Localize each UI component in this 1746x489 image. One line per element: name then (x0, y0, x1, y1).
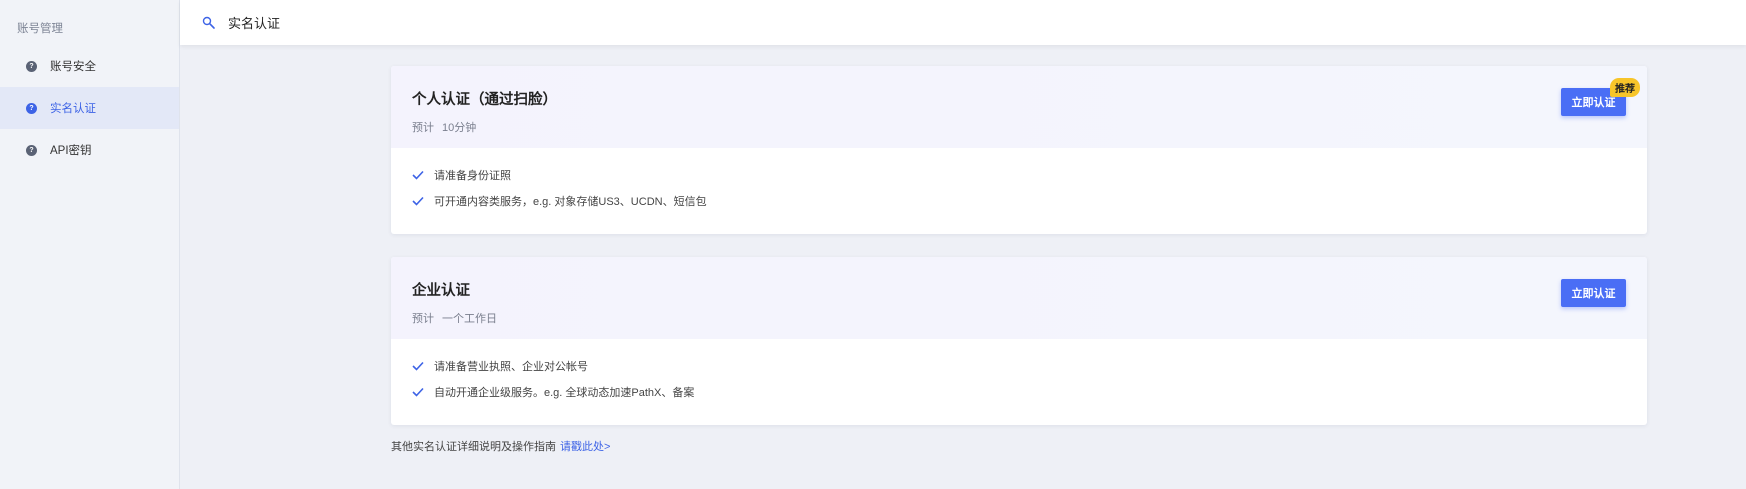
info-icon: ? (26, 102, 37, 114)
sidebar-item-label: API密钥 (50, 145, 92, 157)
feature-item: 请准备营业执照、企业对公帐号 (412, 353, 1626, 379)
feature-item: 请准备身份证照 (412, 162, 1626, 188)
footer-note: 其他实名认证详细说明及操作指南 请戳此处> (391, 438, 610, 454)
info-icon: ? (26, 144, 37, 156)
check-icon (412, 361, 424, 371)
eta-value: 10分钟 (442, 122, 477, 134)
sidebar-item-api-keys[interactable]: ? API密钥 (0, 129, 179, 171)
sidebar-item-account-security[interactable]: ? 账号安全 (0, 45, 179, 87)
card-features: 请准备身份证照 可开通内容类服务，e.g. 对象存储US3、UCDN、短信包 (391, 148, 1647, 234)
card-eta: 预计 一个工作日 (412, 310, 497, 326)
header-bar: 实名认证 (180, 0, 1746, 45)
search-icon (202, 16, 215, 29)
sidebar-item-label: 账号安全 (50, 61, 96, 73)
feature-item: 可开通内容类服务，e.g. 对象存储US3、UCDN、短信包 (412, 188, 1626, 214)
card-title: 个人认证（通过扫脸） (412, 92, 557, 108)
recommended-badge: 推荐 (1610, 78, 1640, 97)
guide-link[interactable]: 请戳此处> (560, 441, 610, 453)
enterprise-auth-button[interactable]: 立即认证 (1561, 279, 1626, 307)
feature-item: 自动开通企业级服务。e.g. 全球动态加速PathX、备案 (412, 379, 1626, 405)
sidebar: 账号管理 ? 账号安全 ? 实名认证 ? API密钥 (0, 0, 180, 489)
check-icon (412, 387, 424, 397)
personal-auth-card: 个人认证（通过扫脸） 预计 10分钟 立即认证 推荐 请准备身份证照 可开通内容类… (391, 66, 1647, 234)
sidebar-item-real-name-auth[interactable]: ? 实名认证 (0, 87, 179, 129)
card-header: 个人认证（通过扫脸） 预计 10分钟 立即认证 推荐 (391, 66, 1647, 148)
card-features: 请准备营业执照、企业对公帐号 自动开通企业级服务。e.g. 全球动态加速Path… (391, 339, 1647, 425)
card-title: 企业认证 (412, 283, 470, 299)
card-header: 企业认证 预计 一个工作日 立即认证 (391, 257, 1647, 339)
info-icon: ? (26, 60, 37, 72)
feature-text: 自动开通企业级服务。e.g. 全球动态加速PathX、备案 (434, 387, 695, 399)
page-title: 实名认证 (228, 16, 281, 31)
footer-text: 其他实名认证详细说明及操作指南 (391, 441, 556, 453)
eta-label: 预计 (412, 313, 434, 325)
feature-text: 请准备身份证照 (434, 170, 511, 182)
enterprise-auth-card: 企业认证 预计 一个工作日 立即认证 请准备营业执照、企业对公帐号 自动开通企业级… (391, 257, 1647, 425)
sidebar-item-label: 实名认证 (50, 103, 96, 115)
eta-value: 一个工作日 (442, 313, 497, 325)
eta-label: 预计 (412, 122, 434, 134)
check-icon (412, 170, 424, 180)
feature-text: 请准备营业执照、企业对公帐号 (434, 361, 588, 373)
sidebar-title: 账号管理 (17, 23, 63, 35)
card-eta: 预计 10分钟 (412, 119, 476, 135)
check-icon (412, 196, 424, 206)
feature-text: 可开通内容类服务，e.g. 对象存储US3、UCDN、短信包 (434, 196, 707, 208)
